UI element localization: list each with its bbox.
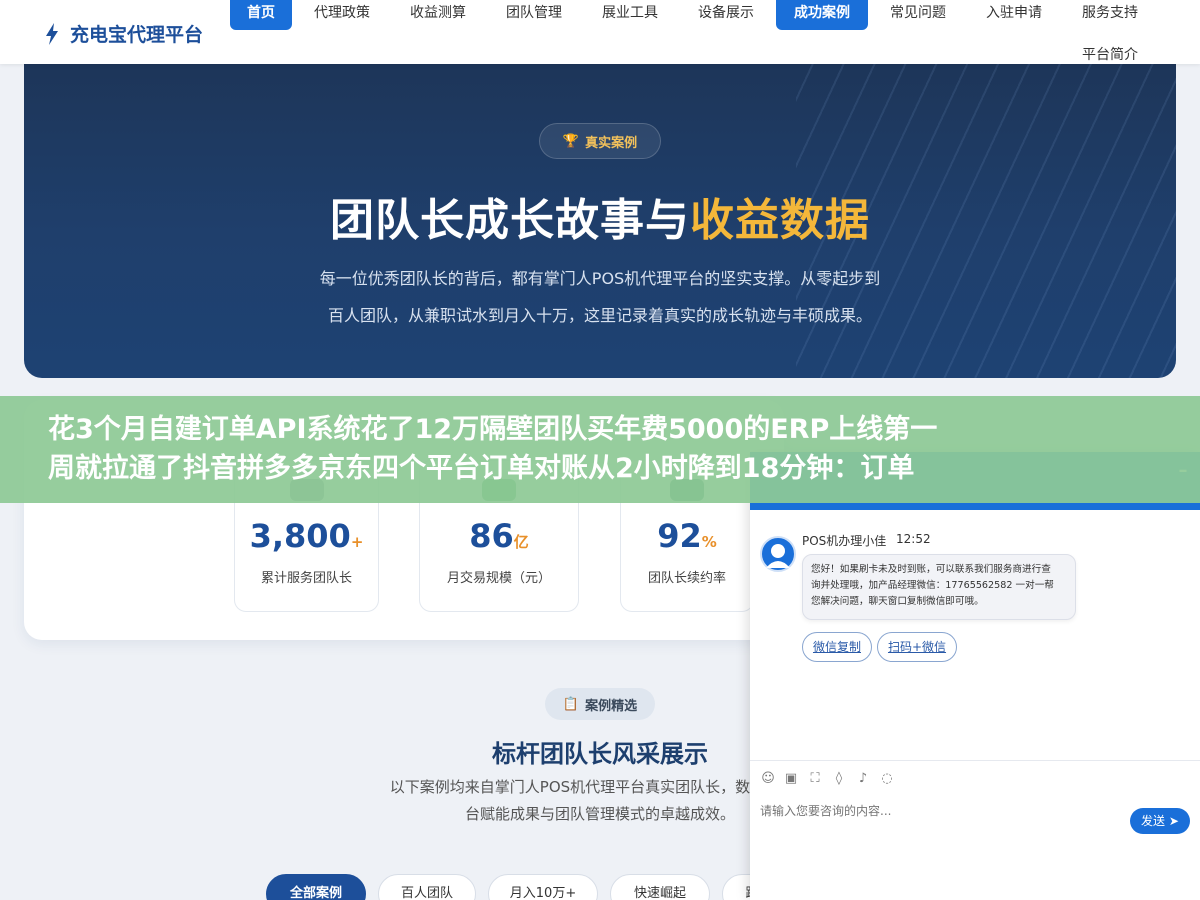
stat-value: 86亿 [469, 517, 529, 555]
nav-devices[interactable]: 设备展示 [684, 0, 768, 30]
nav-team-management[interactable]: 团队管理 [492, 0, 576, 30]
trophy-icon: 🏆 [562, 133, 580, 149]
hero-title-main: 团队长成长故事与 [330, 195, 690, 246]
voice-icon[interactable]: ♪ [855, 772, 871, 786]
site-header: 充电宝代理平台 首页 代理政策 收益测算 团队管理 展业工具 设备展示 成功案例… [0, 0, 1200, 64]
chat-widget: – POS机办理小佳 12:52 您好！如果刷卡未及时到账，可以联系我们服务商进… [750, 452, 1200, 900]
send-label: 发送 [1141, 814, 1166, 828]
copy-wechat-button[interactable]: 微信复制 [802, 632, 872, 662]
stat-value: 3,800+ [249, 517, 364, 555]
message-time: 12:52 [896, 532, 931, 546]
nav-business-tools[interactable]: 展业工具 [588, 0, 672, 30]
filter-monthly-100k[interactable]: 月入10万+ [488, 874, 598, 900]
filter-all-cases[interactable]: 全部案例 [266, 874, 366, 900]
nav-platform-intro[interactable]: 平台简介 [1068, 44, 1152, 74]
message-line: 您解决问题，聊天窗口复制微信即可哦。 [811, 596, 984, 607]
agent-name: POS机办理小佳 [802, 534, 887, 548]
nav-home[interactable]: 首页 [230, 0, 292, 30]
site-logo[interactable]: 充电宝代理平台 [44, 20, 203, 47]
nav-revenue-calc[interactable]: 收益测算 [396, 0, 480, 30]
divider [750, 760, 1200, 761]
send-arrow-icon: ➤ [1168, 814, 1179, 828]
emoji-icon[interactable]: ☺ [760, 772, 776, 786]
hero-title-highlight: 收益数据 [690, 195, 870, 246]
hero-desc-line2: 百人团队，从兼职试水到月入十万，这里记录着真实的成长轨迹与丰硕成果。 [327, 306, 872, 325]
nav-agent-policy[interactable]: 代理政策 [300, 0, 384, 30]
hero-badge-label: 真实案例 [585, 135, 638, 151]
filter-hundred-team[interactable]: 百人团队 [378, 874, 476, 900]
chat-input[interactable] [760, 800, 1120, 822]
section-badge: 📋 案例精选 [545, 688, 655, 720]
logo-text: 充电宝代理平台 [70, 24, 204, 46]
message-line: 询并处理哦，加产品经理微信：17765562582 一对一帮 [811, 580, 1054, 591]
screenshot-icon[interactable]: ⛶ [807, 772, 823, 786]
nav-faq[interactable]: 常见问题 [876, 0, 960, 30]
lightning-icon [46, 22, 58, 45]
hero-section: 🏆 真实案例 团队长成长故事与收益数据 每一位优秀团队长的背后，都有掌门人POS… [24, 56, 1176, 378]
hero-description: 每一位优秀团队长的背后，都有掌门人POS机代理平台的坚实支撑。从零起步到 百人团… [280, 260, 920, 334]
message-line: 您好！如果刷卡未及时到账，可以联系我们服务商进行查 [811, 564, 1051, 575]
send-button[interactable]: 发送 ➤ [1130, 808, 1190, 834]
banner-text: 花3个月自建订单API系统花了12万隔壁团队买年费5000的ERP上线第一 周就… [48, 410, 1158, 488]
hero-title: 团队长成长故事与收益数据 [24, 184, 1176, 248]
stat-label: 累计服务团队长 [260, 571, 352, 586]
chat-bubbles-icon[interactable]: ◌ [879, 772, 895, 786]
image-icon[interactable]: ▣ [783, 772, 799, 786]
scan-wechat-button[interactable]: 扫码+微信 [877, 632, 957, 662]
stat-label: 团队长续约率 [647, 571, 726, 586]
stat-value: 92% [657, 517, 717, 555]
banner-line2: 周就拉通了抖音拼多多京东四个平台订单对账从2小时降到18分钟：订单 [48, 453, 915, 484]
person-icon [766, 544, 790, 568]
stat-label: 月交易规模（元） [446, 571, 551, 586]
agent-avatar [760, 536, 796, 572]
banner-line1: 花3个月自建订单API系统花了12万隔壁团队买年费5000的ERP上线第一 [48, 414, 938, 445]
filter-fast-rise[interactable]: 快速崛起 [610, 874, 710, 900]
nav-apply[interactable]: 入驻申请 [972, 0, 1056, 30]
shield-icon[interactable]: ◊ [831, 772, 847, 786]
nav-service-support[interactable]: 服务支持 [1068, 0, 1152, 30]
hero-badge: 🏆 真实案例 [539, 123, 661, 159]
section-badge-label: 案例精选 [585, 698, 638, 714]
clipboard-icon: 📋 [562, 696, 580, 712]
agent-message: 您好！如果刷卡未及时到账，可以联系我们服务商进行查 询并处理哦，加产品经理微信：… [802, 554, 1076, 620]
news-banner[interactable]: 花3个月自建订单API系统花了12万隔壁团队买年费5000的ERP上线第一 周就… [0, 396, 1200, 503]
hero-desc-line1: 每一位优秀团队长的背后，都有掌门人POS机代理平台的坚实支撑。从零起步到 [319, 269, 881, 288]
nav-success-cases[interactable]: 成功案例 [776, 0, 868, 30]
